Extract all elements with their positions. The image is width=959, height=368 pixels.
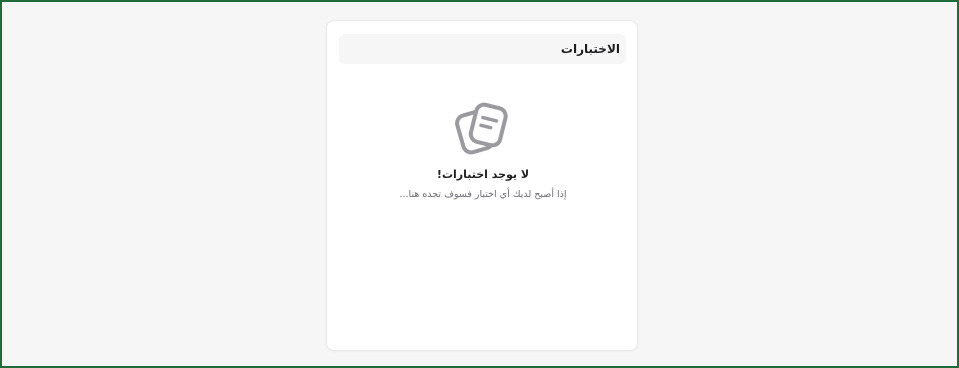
- empty-state-title: لا يوجد اختبارات!: [436, 168, 530, 181]
- app-frame: الاختبارات لا يوجد اختبارات! إذا أصبح لد…: [0, 0, 959, 368]
- empty-state-description: إذا أصبح لديك أي اختبار فسوف تجده هنا...: [399, 189, 567, 200]
- document-stack-icon: [455, 102, 508, 155]
- panel-title: الاختبارات: [560, 42, 620, 56]
- panel-header: الاختبارات: [339, 34, 626, 64]
- tests-panel: الاختبارات لا يوجد اختبارات! إذا أصبح لد…: [326, 20, 638, 351]
